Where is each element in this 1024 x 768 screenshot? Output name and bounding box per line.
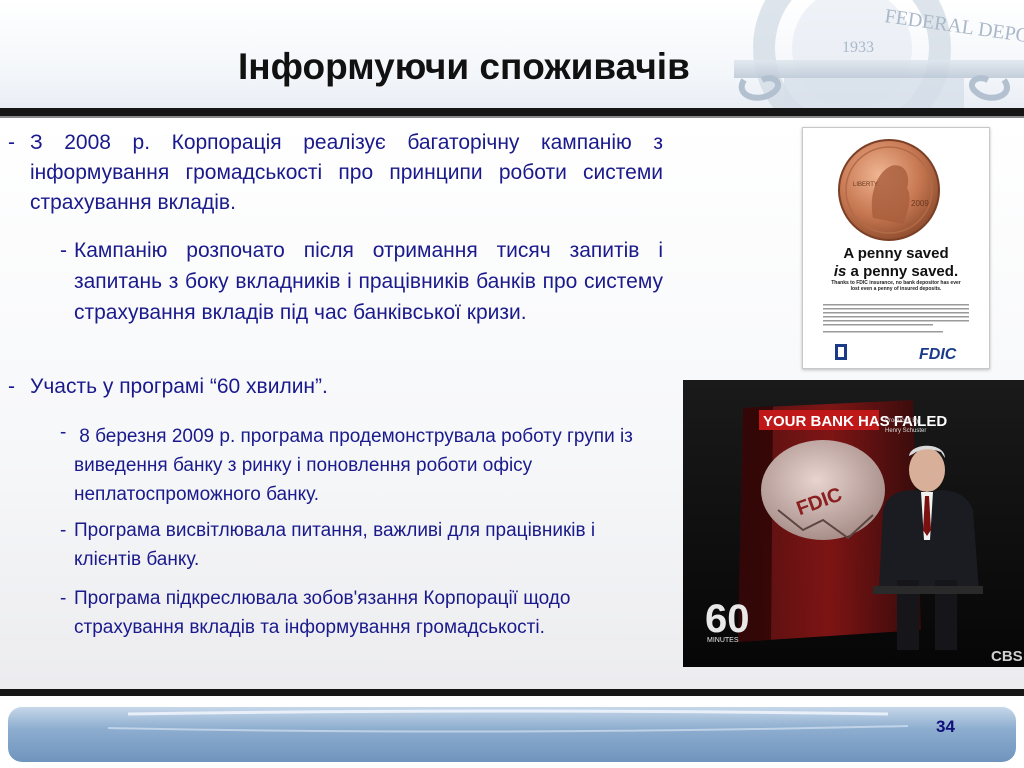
bullet-campaign: - З 2008 р. Корпорація реалізує багаторі… [8,128,663,218]
footer-bar [8,706,1016,762]
bullet-dash: - [60,422,67,443]
header-divider [0,108,1024,116]
poster-headline-2-rest: a penny saved. [846,263,958,280]
video-frame: YOUR BANK HAS FAILED Produced By Henry S… [683,380,1024,667]
penny-saved-poster: LIBERTY 2009 A penny saved is a penny sa… [802,127,990,369]
bullet-dash: - [60,588,67,609]
seal-year: 1933 [842,39,874,56]
poster-headline-1: A penny saved [843,245,948,262]
video-producer: Henry Schuster [885,428,926,434]
sub-bullet-issues: - Програма висвітлювала питання, важливі… [60,516,665,574]
page-number: 34 [936,717,955,736]
sub-bullet-campaign-start: - Кампанію розпочато після отримання тис… [60,235,663,328]
bullet-dash: - [60,239,67,262]
bullet-text: Кампанію розпочато після отримання тисяч… [74,239,663,324]
poster-headline-2-em: is [834,263,847,280]
bullet-60-minutes: - Участь у програмі “60 хвилин”. [8,372,663,402]
footer-divider [0,689,1024,696]
slide-title: Інформуючи споживачів [238,46,690,87]
bullet-text: 8 березня 2009 р. програма продемонструв… [74,426,639,505]
sixty-minutes-logo-number: 60 [705,597,750,641]
bullet-dash: - [60,520,67,541]
bullet-text: Участь у програмі “60 хвилин”. [30,375,328,398]
poster-headline-2: is a penny saved. [834,263,958,280]
footer-highlight [107,709,909,733]
bullet-dash: - [8,375,15,398]
video-produced-by: Produced By [885,418,919,424]
cbs-watermark: CBS [991,648,1023,665]
sixty-minutes-logo-word: MINUTES [707,637,739,644]
sixty-minutes-video-still[interactable]: YOUR BANK HAS FAILED Produced By Henry S… [683,380,1024,667]
sub-bullet-commitment: - Програма підкреслювала зобов'язання Ко… [60,584,665,642]
bullet-dash: - [8,131,15,154]
poster-subhead: Thanks to FDIC insurance, no bank deposi… [831,280,961,292]
poster-body-text [823,304,969,333]
bullet-text: З 2008 р. Корпорація реалізує багаторічн… [30,131,663,214]
bullet-text: Програма висвітлювала питання, важливі д… [74,520,596,570]
bullet-text: Програма підкреслювала зобов'язання Корп… [74,588,571,638]
fdic-seal-small-icon [835,344,847,360]
coin-liberty: LIBERTY [853,182,878,188]
sub-bullet-march-2009: - 8 березня 2009 р. програма продемонстр… [60,422,665,509]
poster-fdic-logo: FDIC [919,346,957,363]
bullet-list: - З 2008 р. Корпорація реалізує багаторі… [0,118,680,689]
coin-year: 2009 [911,199,929,208]
poster-graphic: LIBERTY 2009 A penny saved is a penny sa… [823,139,969,363]
